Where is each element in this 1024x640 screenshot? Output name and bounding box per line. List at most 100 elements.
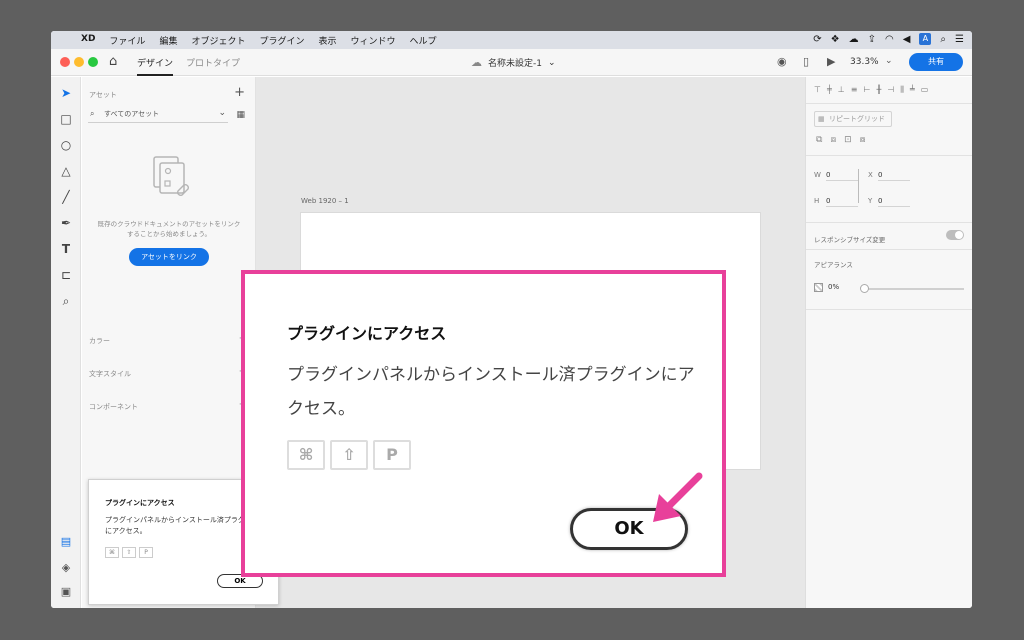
search-icon: ⌕ bbox=[90, 109, 95, 118]
align-bottom-icon[interactable]: ⊥ bbox=[838, 85, 845, 95]
align-extra2-icon[interactable]: ▭ bbox=[921, 85, 929, 95]
link-assets-button[interactable]: アセットをリンク bbox=[129, 248, 209, 266]
align-center-icon[interactable]: ╫ bbox=[876, 85, 881, 95]
intersect-boolean-icon[interactable]: ⊡ bbox=[844, 135, 852, 145]
dialog-title: プラグインにアクセス bbox=[287, 324, 447, 343]
menu-bar: XD ファイル 編集 オブジェクト プラグイン 表示 ウィンドウ ヘルプ ⟳ ❖… bbox=[51, 31, 972, 49]
artboard-label[interactable]: Web 1920 – 1 bbox=[301, 197, 349, 205]
device-preview-icon[interactable]: ▯ bbox=[803, 55, 809, 68]
divider bbox=[806, 155, 972, 156]
notification-list-icon[interactable]: ☰ bbox=[955, 34, 964, 45]
sync-icon[interactable]: ⟳ bbox=[813, 34, 821, 45]
plugins-icon[interactable]: ▣ bbox=[58, 585, 74, 598]
menu-plugins[interactable]: プラグイン bbox=[259, 34, 304, 47]
responsive-resize-toggle[interactable] bbox=[946, 230, 964, 240]
upload-cloud-icon[interactable]: ⇪ bbox=[868, 34, 876, 45]
layers-icon[interactable]: ◈ bbox=[58, 561, 74, 574]
creative-cloud-icon[interactable]: ☁ bbox=[849, 34, 859, 45]
align-top-icon[interactable]: ⊤ bbox=[814, 85, 821, 95]
exclude-boolean-icon[interactable]: ⧇ bbox=[860, 135, 866, 145]
section-character-styles[interactable]: 文字スタイル bbox=[89, 369, 131, 379]
opacity-field[interactable]: 0% bbox=[828, 283, 839, 291]
opacity-icon bbox=[814, 283, 823, 292]
document-title[interactable]: ☁ 名称未設定-1 ⌄ bbox=[471, 56, 556, 69]
wifi-icon[interactable]: ◠ bbox=[885, 34, 894, 45]
rectangle-tool-icon[interactable]: □ bbox=[58, 111, 74, 127]
opacity-slider-knob[interactable] bbox=[860, 284, 869, 293]
shift-key: ⇧ bbox=[122, 547, 136, 558]
aspect-lock-icon[interactable] bbox=[858, 169, 859, 203]
distribute-horizontal-icon[interactable]: ⫼ bbox=[900, 85, 904, 95]
input-source-icon[interactable]: A bbox=[919, 33, 932, 45]
menu-file[interactable]: ファイル bbox=[109, 34, 145, 47]
distribute-vertical-icon[interactable]: ≡ bbox=[851, 85, 858, 95]
assets-empty-message: 既存のクラウドドキュメントのアセットをリンクすることから始めましょう。 bbox=[97, 220, 241, 238]
menu-view[interactable]: 表示 bbox=[318, 34, 336, 47]
opacity-slider-track[interactable] bbox=[864, 288, 964, 290]
minimize-window-button[interactable] bbox=[74, 57, 84, 67]
divider bbox=[806, 103, 972, 104]
responsive-resize-label: レスポンシブサイズ変更 bbox=[814, 236, 886, 244]
play-icon[interactable]: ▶ bbox=[827, 55, 835, 68]
mini-dialog-body: プラグインパネルからインストール済プラグインにアクセス。 bbox=[105, 516, 259, 535]
shortcut-keys: ⌘ ⇧ P bbox=[287, 440, 411, 470]
assets-panel-icon[interactable]: ▤ bbox=[58, 535, 74, 548]
tool-rail: ➤ □ ○ △ ╱ ✒ T ⊏ ⌕ ▤ ◈ ▣ bbox=[51, 77, 81, 608]
text-tool-icon[interactable]: T bbox=[58, 241, 74, 257]
asset-filter-dropdown[interactable]: ⌕ すべてのアセット ⌄ bbox=[88, 107, 228, 123]
close-window-button[interactable] bbox=[60, 57, 70, 67]
zoomed-plugin-dialog: プラグインにアクセス プラグインパネルからインストール済プラグインにアクセス。 … bbox=[241, 270, 726, 577]
menu-window[interactable]: ウィンドウ bbox=[351, 34, 396, 47]
zoom-tool-icon[interactable]: ⌕ bbox=[58, 293, 74, 309]
command-key: ⌘ bbox=[287, 440, 325, 470]
select-tool-icon[interactable]: ➤ bbox=[58, 85, 74, 101]
align-extra-icon[interactable]: ╧ bbox=[910, 85, 915, 95]
appearance-label: アピアランス bbox=[814, 261, 853, 269]
height-label: H bbox=[814, 197, 820, 205]
document-title-text: 名称未設定-1 bbox=[488, 59, 542, 69]
dropbox-icon[interactable]: ❖ bbox=[831, 34, 840, 45]
x-field[interactable]: 0 bbox=[878, 171, 910, 181]
boolean-ops: ⧉ ⧈ ⊡ ⧇ bbox=[816, 135, 865, 145]
add-boolean-icon[interactable]: ⧉ bbox=[816, 135, 822, 145]
artboard-tool-icon[interactable]: ⊏ bbox=[58, 267, 74, 283]
y-field[interactable]: 0 bbox=[878, 197, 910, 207]
spotlight-search-icon[interactable]: ⌕ bbox=[940, 34, 946, 45]
align-left-icon[interactable]: ⊢ bbox=[863, 85, 870, 95]
section-colors[interactable]: カラー bbox=[89, 336, 110, 346]
home-icon[interactable]: ⌂ bbox=[109, 54, 117, 69]
menu-help[interactable]: ヘルプ bbox=[410, 34, 437, 47]
tab-design[interactable]: デザイン bbox=[137, 56, 174, 76]
section-components[interactable]: コンポーネント bbox=[89, 402, 138, 412]
width-field[interactable]: 0 bbox=[826, 171, 858, 181]
menu-object[interactable]: オブジェクト bbox=[191, 34, 245, 47]
shift-key: ⇧ bbox=[330, 440, 368, 470]
mini-shortcut-keys: ⌘ ⇧ P bbox=[105, 547, 153, 558]
assets-title: アセット bbox=[89, 91, 117, 99]
align-right-icon[interactable]: ⊣ bbox=[887, 85, 894, 95]
volume-icon[interactable]: ◀ bbox=[903, 34, 911, 45]
menu-app[interactable]: XD bbox=[81, 34, 95, 47]
align-middle-icon[interactable]: ╪ bbox=[827, 85, 832, 95]
share-button[interactable]: 共有 bbox=[909, 53, 963, 71]
tab-prototype[interactable]: プロトタイプ bbox=[186, 56, 240, 69]
repeat-grid-button[interactable]: ▦ リピートグリッド bbox=[814, 111, 892, 127]
zoom-level[interactable]: 33.3% bbox=[850, 57, 879, 67]
zoom-window-button[interactable] bbox=[88, 57, 98, 67]
polygon-tool-icon[interactable]: △ bbox=[58, 163, 74, 179]
ellipse-tool-icon[interactable]: ○ bbox=[58, 137, 74, 153]
status-icons: ⟳ ❖ ☁ ⇪ ◠ ◀ A ⌕ ☰ bbox=[813, 33, 964, 45]
line-tool-icon[interactable]: ╱ bbox=[58, 189, 74, 205]
menu-items: XD ファイル 編集 オブジェクト プラグイン 表示 ウィンドウ ヘルプ bbox=[81, 34, 437, 47]
divider bbox=[806, 249, 972, 250]
grid-view-icon[interactable]: ▦ bbox=[236, 110, 245, 120]
user-icon[interactable]: ◉ bbox=[777, 55, 787, 68]
menu-edit[interactable]: 編集 bbox=[159, 34, 177, 47]
subtract-boolean-icon[interactable]: ⧈ bbox=[830, 135, 836, 145]
height-field[interactable]: 0 bbox=[826, 197, 858, 207]
zoom-chevron-icon[interactable]: ⌄ bbox=[885, 56, 893, 66]
repeat-grid-label: リピートグリッド bbox=[829, 115, 885, 123]
add-asset-button[interactable]: + bbox=[234, 85, 245, 100]
pen-tool-icon[interactable]: ✒ bbox=[58, 215, 74, 231]
divider bbox=[806, 309, 972, 310]
